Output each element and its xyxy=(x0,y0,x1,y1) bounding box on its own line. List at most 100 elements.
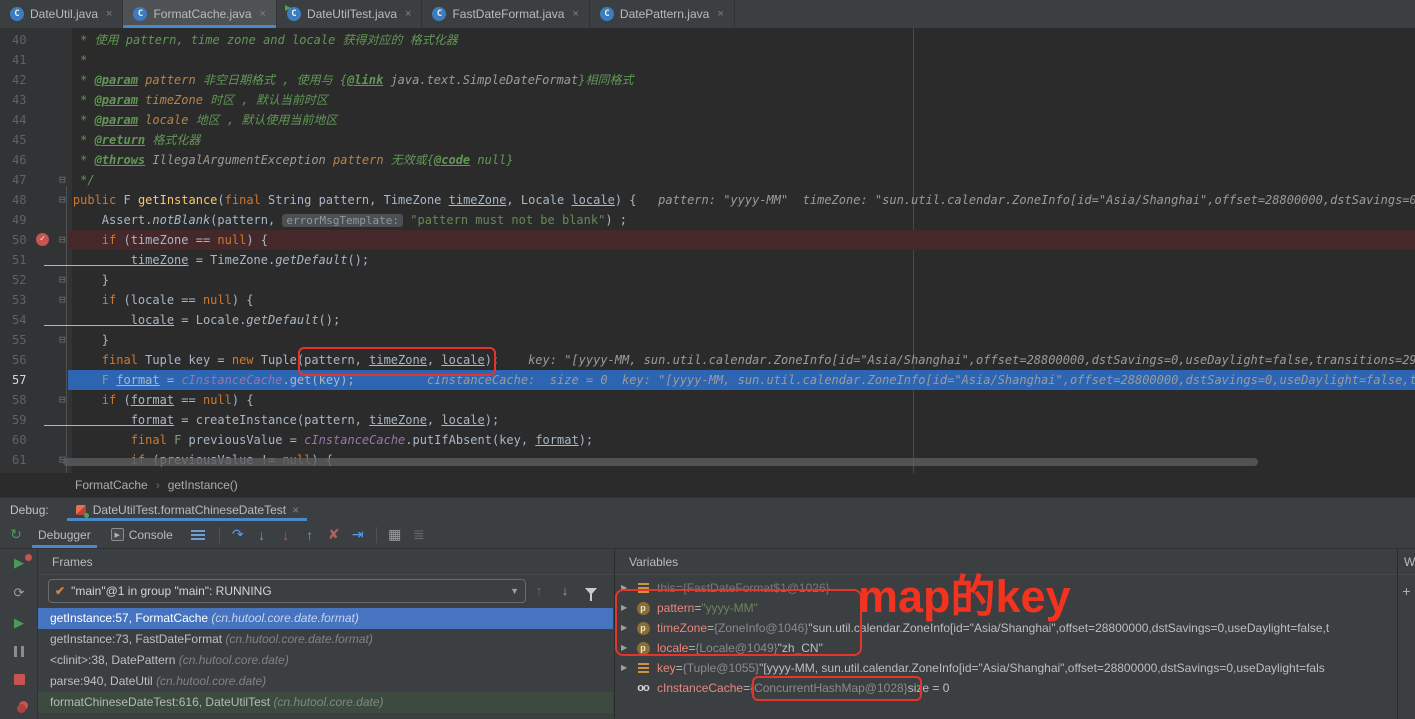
code-line-50: 50✓⊟ if (timeZone == null) { xyxy=(0,230,1415,250)
close-icon[interactable]: × xyxy=(260,8,266,20)
restore-layout-icon[interactable]: ≣ xyxy=(407,526,431,543)
force-step-into-icon[interactable]: ↓ xyxy=(274,527,298,543)
editor-tab-DateUtilTest.java[interactable]: CDateUtilTest.java× xyxy=(277,0,422,28)
editor-tab-label: DateUtilTest.java xyxy=(307,7,397,21)
code-text: * 使用 pattern, time zone and locale 获得对应的… xyxy=(44,30,458,50)
step-out-icon[interactable]: ↑ xyxy=(298,527,322,543)
variable-name: this xyxy=(657,578,676,598)
line-number[interactable]: 58 xyxy=(12,390,42,410)
variable-value: "[yyyy-MM, sun.util.calendar.ZoneInfo[id… xyxy=(759,658,1325,678)
code-line-43: 43 * @param timeZone 时区 , 默认当前时区 xyxy=(0,90,1415,110)
line-number[interactable]: 44 xyxy=(12,110,42,130)
previous-frame-icon[interactable]: ↑ xyxy=(526,583,552,598)
expand-arrow-icon[interactable]: ▶ xyxy=(621,598,635,618)
code-line-45: 45 * @return 格式化器 xyxy=(0,130,1415,150)
line-number[interactable]: 45 xyxy=(12,130,42,150)
code-line-44: 44 * @param locale 地区 , 默认使用当前地区 xyxy=(0,110,1415,130)
line-number[interactable]: 47 xyxy=(12,170,42,190)
expand-arrow-icon[interactable]: ▶ xyxy=(621,638,635,658)
variable-name: cInstanceCache xyxy=(657,678,743,698)
line-number[interactable]: 48 xyxy=(12,190,42,210)
editor-tab-DatePattern.java[interactable]: CDatePattern.java× xyxy=(590,0,735,28)
close-icon[interactable]: × xyxy=(292,503,299,517)
inline-debugger-hint: cInstanceCache: size = 0 key: "[yyyy-MM,… xyxy=(355,373,1415,387)
line-number[interactable]: 42 xyxy=(12,70,42,90)
line-number[interactable]: 60 xyxy=(12,430,42,450)
close-icon[interactable]: × xyxy=(405,8,411,20)
variable-row-locale[interactable]: ▶plocale = {Locale@1049} "zh_CN" xyxy=(615,638,1397,658)
ide-window: CDateUtil.java×CFormatCache.java×CDateUt… xyxy=(0,0,1415,719)
code-line-57: 57 F format = cInstanceCache.get(key); c… xyxy=(0,370,1415,390)
breadcrumb-class[interactable]: FormatCache xyxy=(75,478,148,492)
tab-console[interactable]: ▶ Console xyxy=(101,521,183,548)
variable-row-key[interactable]: ▶key = {Tuple@1055} "[yyyy-MM, sun.util.… xyxy=(615,658,1397,678)
evaluate-expression-icon[interactable]: ▦ xyxy=(383,526,407,543)
line-number[interactable]: 54 xyxy=(12,310,42,330)
code-text: } xyxy=(44,270,109,290)
rerun-icon[interactable]: ↻ xyxy=(4,526,28,543)
expand-arrow-icon[interactable]: ▶ xyxy=(621,658,635,678)
editor-tab-label: DateUtil.java xyxy=(30,7,98,21)
rerun-debug-icon[interactable]: ▶ xyxy=(0,555,38,571)
step-into-icon[interactable]: ↓ xyxy=(250,527,274,543)
breadcrumb-method[interactable]: getInstance() xyxy=(168,478,238,492)
editor-tab-FormatCache.java[interactable]: CFormatCache.java× xyxy=(123,0,276,28)
code-line-59: 59 format = createInstance(pattern, time… xyxy=(0,410,1415,430)
frames-list: getInstance:57, FormatCache (cn.hutool.c… xyxy=(38,608,613,719)
line-number[interactable]: 43 xyxy=(12,90,42,110)
line-number[interactable]: 59 xyxy=(12,410,42,430)
line-number[interactable]: 61 xyxy=(12,450,42,470)
line-number[interactable]: 57 xyxy=(12,370,42,390)
variable-row-cInstanceCache[interactable]: oocInstanceCache = {ConcurrentHashMap@10… xyxy=(615,678,1397,698)
frame-row[interactable]: getInstance:57, FormatCache (cn.hutool.c… xyxy=(38,608,613,629)
layout-menu-icon[interactable] xyxy=(191,530,205,540)
next-frame-icon[interactable]: ↓ xyxy=(552,583,578,598)
add-watch-icon[interactable]: + xyxy=(1398,583,1415,599)
editor-tab-FastDateFormat.java[interactable]: CFastDateFormat.java× xyxy=(422,0,589,28)
expand-arrow-icon[interactable]: ▶ xyxy=(621,578,635,598)
variable-value: size = 0 xyxy=(908,678,950,698)
frame-row[interactable]: parse:940, DateUtil (cn.hutool.core.date… xyxy=(38,671,613,692)
line-number[interactable]: 49 xyxy=(12,210,42,230)
close-icon[interactable]: × xyxy=(572,8,578,20)
breadcrumb-separator-icon: › xyxy=(156,478,160,492)
code-text: timeZone = TimeZone.getDefault(); xyxy=(44,250,369,270)
expand-arrow-icon[interactable]: ▶ xyxy=(621,618,635,638)
resume-icon[interactable]: ▶ xyxy=(0,615,38,631)
variable-value: {FastDateFormat$1@1026} xyxy=(683,578,830,598)
frame-row[interactable]: formatChineseDateTest:616, DateUtilTest … xyxy=(38,692,613,713)
debug-tool-window-header: Debug: DateUtilTest.formatChineseDateTes… xyxy=(0,497,1415,521)
frame-row[interactable]: getInstance:73, FastDateFormat (cn.hutoo… xyxy=(38,629,613,650)
hotswap-icon[interactable]: ⟳ xyxy=(0,585,38,601)
frame-row[interactable]: <clinit>:38, DatePattern (cn.hutool.core… xyxy=(38,650,613,671)
run-to-cursor-icon[interactable]: ⇥ xyxy=(346,526,370,543)
line-number[interactable]: 56 xyxy=(12,350,42,370)
view-breakpoints-icon[interactable] xyxy=(0,701,38,716)
code-text: public F getInstance(final String patter… xyxy=(44,190,1415,210)
line-number[interactable]: 53 xyxy=(12,290,42,310)
code-line-55: 55⊟ } xyxy=(0,330,1415,350)
editor-tab-label: FormatCache.java xyxy=(153,7,251,21)
line-number[interactable]: 55 xyxy=(12,330,42,350)
class-icon: C xyxy=(432,7,446,21)
tab-debugger[interactable]: Debugger xyxy=(28,521,101,548)
code-line-52: 52⊟ } xyxy=(0,270,1415,290)
line-number[interactable]: 52 xyxy=(12,270,42,290)
editor-tab-DateUtil.java[interactable]: CDateUtil.java× xyxy=(0,0,123,28)
close-icon[interactable]: × xyxy=(106,8,112,20)
close-icon[interactable]: × xyxy=(717,8,723,20)
code-text: Assert.notBlank(pattern, errorMsgTemplat… xyxy=(44,210,627,231)
hide-frames-filter-icon[interactable] xyxy=(578,583,604,598)
code-editor[interactable]: 40 * 使用 pattern, time zone and locale 获得… xyxy=(0,28,1415,473)
line-number[interactable]: 41 xyxy=(12,50,42,70)
drop-frame-icon[interactable]: ✘ xyxy=(322,526,346,543)
editor-horizontal-scrollbar[interactable] xyxy=(63,458,1258,466)
stop-icon[interactable] xyxy=(0,673,38,688)
line-number[interactable]: 40 xyxy=(12,30,42,50)
debug-session-tab[interactable]: DateUtilTest.formatChineseDateTest × xyxy=(67,498,307,521)
line-number[interactable]: 46 xyxy=(12,150,42,170)
step-over-icon[interactable]: ↷ xyxy=(226,526,250,543)
pause-icon[interactable] xyxy=(0,645,38,660)
line-number[interactable]: 51 xyxy=(12,250,42,270)
thread-selector[interactable]: ✔ "main"@1 in group "main": RUNNING ▼ xyxy=(48,579,526,603)
